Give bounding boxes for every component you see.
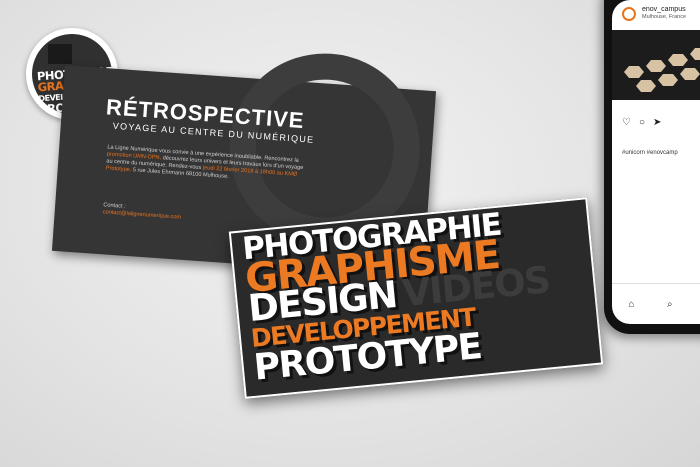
post-account: enov_campus Mulhouse, France (642, 6, 686, 21)
username[interactable]: enov_campus (642, 6, 686, 14)
bottom-nav: ⌂ ⌕ ⊞ (612, 283, 700, 324)
hex-tile (636, 80, 656, 92)
post-caption[interactable]: #unicorn #enovcamp (622, 150, 678, 156)
hex-tile (690, 48, 700, 60)
avatar[interactable] (622, 6, 636, 21)
share-icon[interactable]: ➤ (653, 118, 661, 128)
hex-tile (658, 74, 678, 86)
post-header: enov_campus Mulhouse, France (622, 6, 686, 21)
hex-tile (680, 68, 700, 80)
word-videos: VIDEOS (400, 258, 552, 316)
hex-tile (668, 54, 688, 66)
post-actions: ♡ ○ ➤ (622, 118, 661, 128)
flyer-contact: Contact : contact@lalignenumerique.com (102, 202, 182, 221)
search-icon[interactable]: ⌕ (667, 299, 673, 310)
heart-icon[interactable]: ♡ (622, 118, 631, 128)
phone-screen: enov_campus Mulhouse, France ♡ ○ ➤ #unic… (612, 0, 700, 324)
badge-mini-card (48, 44, 72, 64)
location[interactable]: Mulhouse, France (642, 14, 686, 21)
typography-words: PHOTOGRAPHIE GRAPHISME DESIGN VIDEOS DEV… (241, 206, 556, 389)
phone-mockup: enov_campus Mulhouse, France ♡ ○ ➤ #unic… (604, 0, 700, 334)
comment-icon[interactable]: ○ (639, 118, 645, 128)
home-icon[interactable]: ⌂ (628, 299, 634, 310)
typography-card: PHOTOGRAPHIE GRAPHISME DESIGN VIDEOS DEV… (228, 197, 604, 399)
hex-tile (624, 66, 644, 78)
hex-tile (646, 60, 666, 72)
post-photo[interactable] (612, 30, 700, 100)
